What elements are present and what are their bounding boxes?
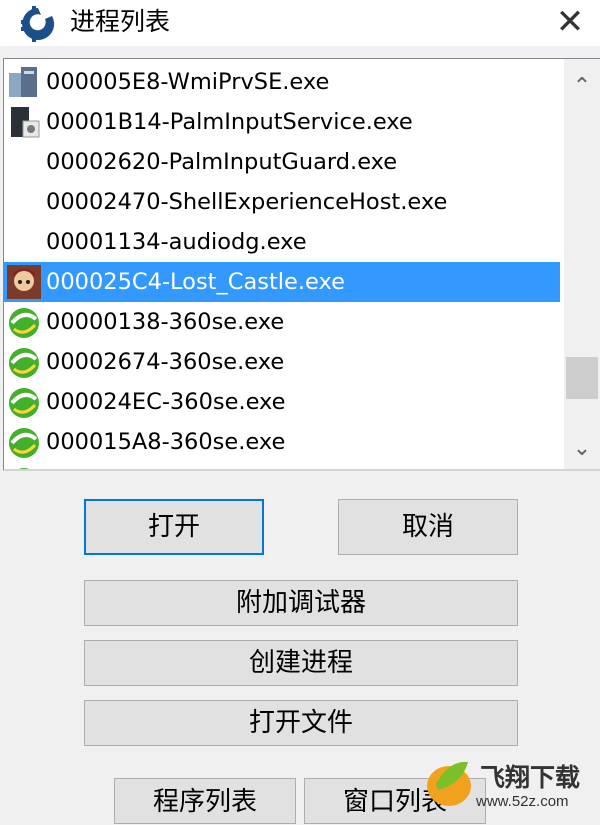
- process-label: 00001B14-PalmInputService.exe: [46, 109, 413, 135]
- blank-icon: [5, 143, 43, 181]
- attach-debugger-button[interactable]: 附加调试器: [84, 580, 518, 626]
- process-row[interactable]: 00002470-ShellExperienceHost.exe: [4, 182, 560, 222]
- watermark-name: 飞翔下载: [480, 763, 581, 792]
- process-row[interactable]: 00002674-360se.exe: [4, 342, 560, 382]
- process-label: 000015D8-360se.exe: [46, 462, 287, 469]
- process-row[interactable]: 00002620-PalmInputGuard.exe: [4, 142, 560, 182]
- scroll-up-icon[interactable]: ⌃: [564, 69, 600, 105]
- 360se-browser-icon: [5, 343, 43, 381]
- scroll-thumb[interactable]: [566, 357, 598, 399]
- scroll-down-icon[interactable]: ⌄: [564, 431, 600, 467]
- blank-icon: [5, 183, 43, 221]
- process-label: 00002620-PalmInputGuard.exe: [46, 149, 398, 175]
- program-list-button[interactable]: 程序列表: [114, 778, 296, 824]
- title-bar: 进程列表 ✕: [0, 0, 600, 46]
- process-label: 00002470-ShellExperienceHost.exe: [46, 189, 448, 215]
- process-row[interactable]: 000024EC-360se.exe: [4, 382, 560, 422]
- process-row[interactable]: 000005E8-WmiPrvSE.exe: [4, 62, 560, 102]
- process-label: 000024EC-360se.exe: [46, 389, 286, 415]
- process-row[interactable]: 00001134-audiodg.exe: [4, 222, 560, 262]
- process-label: 00002674-360se.exe: [46, 349, 285, 375]
- process-row[interactable]: 00001B14-PalmInputService.exe: [4, 102, 560, 142]
- 360se-browser-icon: [5, 383, 43, 421]
- cheat-engine-icon: [21, 6, 55, 42]
- process-label: 000015A8-360se.exe: [46, 429, 286, 455]
- game-character-icon: [5, 263, 43, 301]
- 360se-browser-icon: [5, 423, 43, 461]
- watermark-logo: 飞翔下载 www.52z.com: [418, 750, 600, 817]
- process-row[interactable]: 00000138-360se.exe: [4, 302, 560, 342]
- process-row[interactable]: 000025C4-Lost_Castle.exe: [4, 262, 560, 302]
- process-label: 000025C4-Lost_Castle.exe: [46, 269, 345, 295]
- process-label: 00000138-360se.exe: [46, 309, 285, 335]
- cancel-button[interactable]: 取消: [338, 499, 518, 555]
- 360se-browser-icon: [5, 463, 43, 469]
- watermark-url: www.52z.com: [476, 793, 569, 810]
- open-file-button[interactable]: 打开文件: [84, 700, 518, 746]
- process-listbox[interactable]: 000005E8-WmiPrvSE.exe 00001B14-PalmInputS…: [3, 58, 600, 471]
- process-row[interactable]: 000015D8-360se.exe: [4, 462, 560, 469]
- create-process-button[interactable]: 创建进程: [84, 640, 518, 686]
- vertical-scrollbar[interactable]: ⌃ ⌄: [564, 59, 600, 469]
- server-icon: [5, 63, 43, 101]
- close-icon[interactable]: ✕: [550, 2, 590, 42]
- 360se-browser-icon: [5, 303, 43, 341]
- leaf-logo-icon: [427, 761, 471, 806]
- process-rows: 000005E8-WmiPrvSE.exe 00001B14-PalmInputS…: [4, 62, 564, 469]
- blank-icon: [5, 223, 43, 261]
- process-label: 00001134-audiodg.exe: [46, 229, 307, 255]
- window-title: 进程列表: [70, 7, 171, 36]
- open-button[interactable]: 打开: [84, 499, 264, 555]
- process-label: 000005E8-WmiPrvSE.exe: [46, 69, 330, 95]
- process-row[interactable]: 000015A8-360se.exe: [4, 422, 560, 462]
- service-icon: [5, 103, 43, 141]
